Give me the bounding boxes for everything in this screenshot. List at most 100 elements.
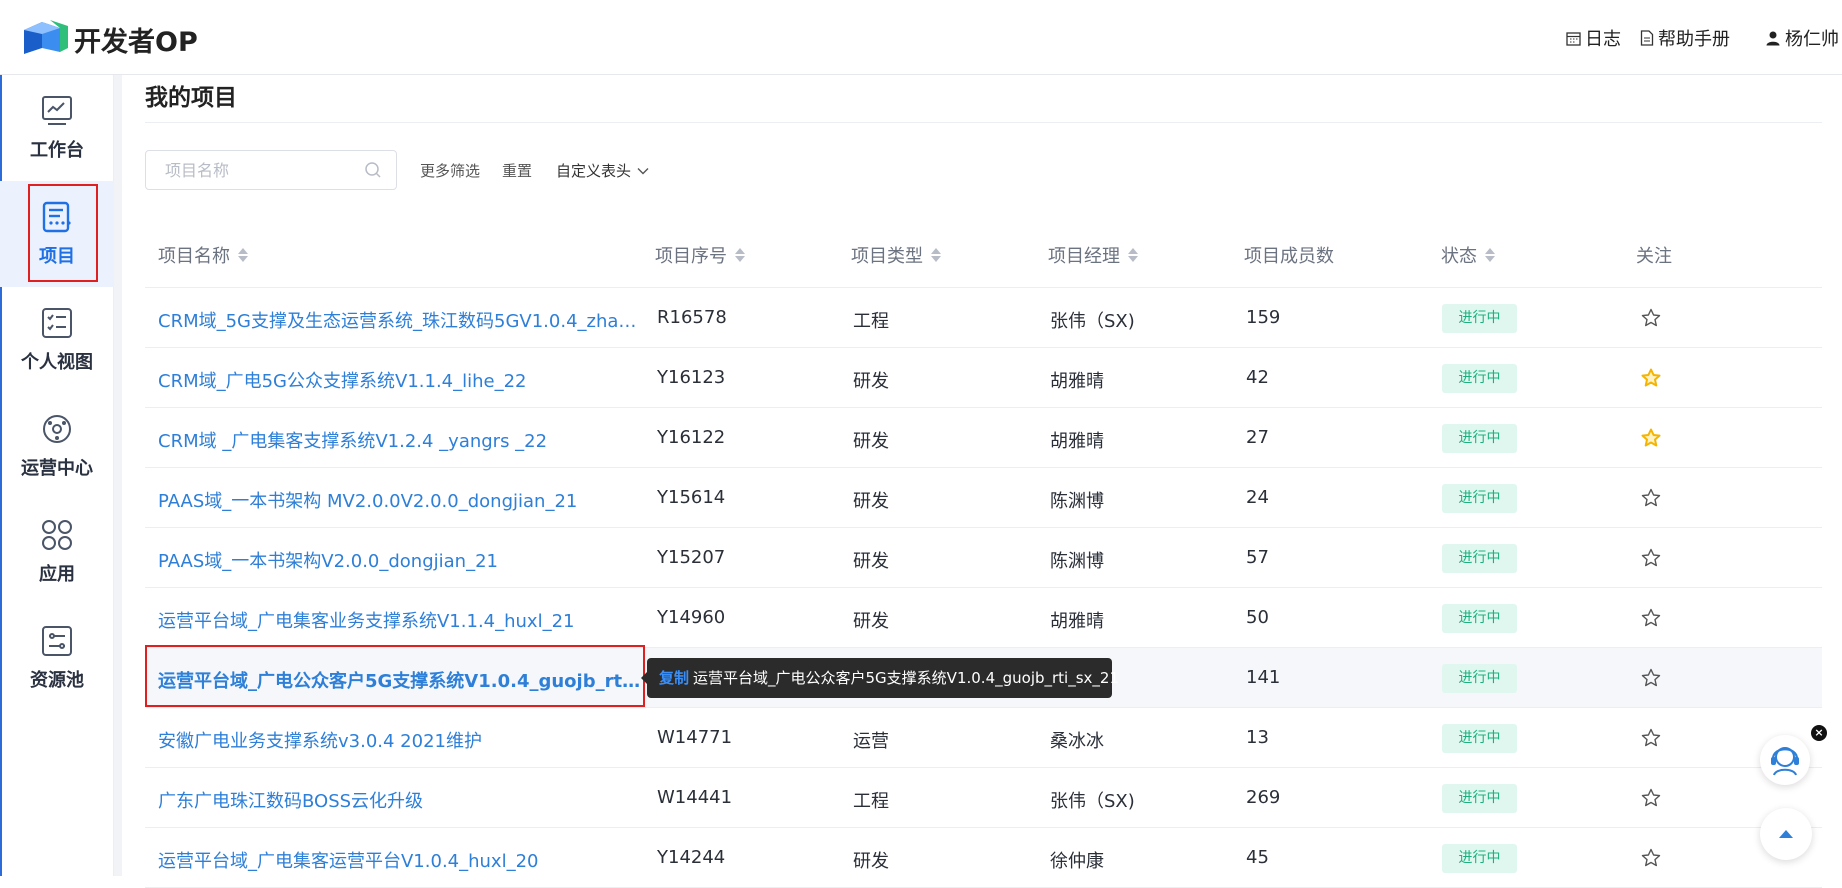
sort-icon[interactable] — [1128, 248, 1138, 262]
sidebar-item-workbench[interactable]: 工作台 — [0, 75, 114, 181]
sort-icon[interactable] — [735, 248, 745, 262]
back-to-top-button[interactable] — [1760, 808, 1812, 860]
column-header-manager[interactable]: 项目经理 — [1048, 242, 1138, 268]
star-icon[interactable] — [1641, 428, 1661, 448]
column-label: 项目经理 — [1048, 246, 1120, 267]
member-count: 57 — [1246, 547, 1269, 568]
column-label: 项目名称 — [158, 246, 230, 267]
status-badge: 进行中 — [1442, 724, 1517, 753]
star-icon[interactable] — [1641, 548, 1661, 568]
project-manager: 陈渊博 — [1050, 551, 1104, 572]
project-id: Y14960 — [657, 607, 726, 628]
table-row[interactable]: 运营平台域_广电集客业务支撑系统V1.1.4_huxl_21 Y14960 研发 胡雅… — [145, 588, 1822, 648]
chevron-down-icon — [637, 167, 649, 174]
project-name-link[interactable]: 运营平台域_广电集客运营平台V1.0.4_huxl_20 — [158, 847, 539, 873]
member-count: 50 — [1246, 607, 1269, 628]
table-body: CRM域_5G支撑及生态运营系统_珠江数码5GV1.0.4_zhangq... R… — [145, 288, 1822, 888]
project-manager: 张伟（SX) — [1050, 311, 1135, 332]
project-type: 研发 — [853, 371, 889, 392]
column-header-status[interactable]: 状态 — [1441, 242, 1495, 268]
brand-name: 开发者OP — [74, 27, 198, 58]
sidebar-item-personal-view[interactable]: 个人视图 — [0, 287, 114, 393]
search-input[interactable] — [146, 151, 346, 189]
column-header-type[interactable]: 项目类型 — [851, 242, 941, 268]
project-id: Y16122 — [657, 427, 726, 448]
star-icon[interactable] — [1641, 788, 1661, 808]
project-name-link[interactable]: CRM域_广电5G公众支撑系统V1.1.4_lihe_22 — [158, 367, 527, 393]
project-name-link[interactable]: 运营平台域_广电集客业务支撑系统V1.1.4_huxl_21 — [158, 607, 575, 633]
table-row[interactable]: 安徽广电业务支撑系统v3.0.4 2021维护 W14771 运营 桑冰冰 13 进行中 — [145, 708, 1822, 768]
star-icon[interactable] — [1641, 848, 1661, 868]
star-icon[interactable] — [1641, 728, 1661, 748]
project-manager: 陈渊博 — [1050, 491, 1104, 512]
star-icon[interactable] — [1641, 308, 1661, 328]
table-row[interactable]: PAAS域_一本书架构 MV2.0.0V2.0.0_dongjian_21 Y15… — [145, 468, 1822, 528]
document-icon — [1640, 30, 1654, 46]
star-icon[interactable] — [1641, 368, 1661, 388]
sidebar-item-label: 应用 — [39, 564, 75, 585]
search-icon[interactable] — [364, 161, 382, 179]
star-icon[interactable] — [1641, 488, 1661, 508]
project-manager: 桑冰冰 — [1050, 731, 1104, 752]
project-manager: 胡雅晴 — [1050, 611, 1104, 632]
close-icon[interactable]: × — [1811, 725, 1827, 741]
project-name-link[interactable]: 安徽广电业务支撑系统v3.0.4 2021维护 — [158, 727, 482, 753]
table-row[interactable]: CRM域_5G支撑及生态运营系统_珠江数码5GV1.0.4_zhangq... R… — [145, 288, 1822, 348]
top-header: 开发者OP 日志 帮助手册 杨仁帅 — [0, 0, 1842, 75]
sort-icon[interactable] — [931, 248, 941, 262]
user-menu[interactable]: 杨仁帅 — [1765, 25, 1839, 51]
operation-icon — [43, 415, 71, 443]
status-badge: 进行中 — [1442, 424, 1517, 453]
sidebar-item-apps[interactable]: 应用 — [0, 499, 114, 605]
help-label: 帮助手册 — [1658, 29, 1730, 50]
table-row[interactable]: CRM域 _广电集客支撑系统V1.2.4 _yangrs _22 Y16122 研发… — [145, 408, 1822, 468]
copy-button[interactable]: 复制 — [659, 669, 689, 687]
star-icon[interactable] — [1641, 608, 1661, 628]
reset-button[interactable]: 重置 — [502, 160, 532, 181]
sidebar-item-operation-center[interactable]: 运营中心 — [0, 393, 114, 499]
column-header-id[interactable]: 项目序号 — [655, 242, 745, 268]
logo-icon — [24, 20, 68, 54]
headset-icon — [1771, 747, 1799, 776]
sidebar-item-label: 资源池 — [30, 670, 84, 691]
name-tooltip: 复制 运营平台域_广电公众客户5G支撑系统V1.0.4_guojb_rti_sx_… — [641, 658, 1119, 698]
member-count: 45 — [1246, 847, 1269, 868]
help-manual-link[interactable]: 帮助手册 — [1640, 25, 1730, 51]
sidebar-item-label: 工作台 — [30, 140, 84, 161]
status-badge: 进行中 — [1442, 604, 1517, 633]
column-label: 关注 — [1636, 246, 1672, 267]
column-label: 项目序号 — [655, 246, 727, 267]
project-id: Y15207 — [657, 547, 726, 568]
project-id: R16578 — [657, 307, 727, 328]
status-badge: 进行中 — [1442, 484, 1517, 513]
table-row[interactable]: PAAS域_一本书架构V2.0.0_dongjian_21 Y15207 研发 陈渊博… — [145, 528, 1822, 588]
more-filters-button[interactable]: 更多筛选 — [420, 160, 480, 181]
member-count: 24 — [1246, 487, 1269, 508]
sort-icon[interactable] — [238, 248, 248, 262]
project-name-link[interactable]: CRM域 _广电集客支撑系统V1.2.4 _yangrs _22 — [158, 427, 547, 453]
resource-icon — [42, 626, 72, 656]
page-title: 我的项目 — [145, 85, 237, 111]
project-name-link[interactable]: 广东广电珠江数码BOSS云化升级 — [158, 787, 423, 813]
checklist-icon — [42, 308, 72, 338]
column-header-name[interactable]: 项目名称 — [158, 242, 248, 268]
project-name-link[interactable]: PAAS域_一本书架构 MV2.0.0V2.0.0_dongjian_21 — [158, 487, 577, 513]
project-name-link[interactable]: PAAS域_一本书架构V2.0.0_dongjian_21 — [158, 547, 498, 573]
custom-columns-dropdown[interactable]: 自定义表头 — [556, 160, 649, 181]
log-link[interactable]: 日志 — [1566, 25, 1621, 51]
sort-icon[interactable] — [1485, 248, 1495, 262]
star-icon[interactable] — [1641, 668, 1661, 688]
table-row[interactable]: CRM域_广电5G公众支撑系统V1.1.4_lihe_22 Y16123 研发 胡雅晴… — [145, 348, 1822, 408]
nav-highlight-box — [28, 184, 98, 282]
project-name-link[interactable]: CRM域_5G支撑及生态运营系统_珠江数码5GV1.0.4_zhangq... — [158, 307, 645, 333]
member-count: 159 — [1246, 307, 1281, 328]
sidebar-item-resource-pool[interactable]: 资源池 — [0, 605, 114, 711]
table-row[interactable]: 运营平台域_广电集客运营平台V1.0.4_huxl_20 Y14244 研发 徐仲康 4… — [145, 828, 1822, 888]
member-count: 42 — [1246, 367, 1269, 388]
table-row[interactable]: 广东广电珠江数码BOSS云化升级 W14441 工程 张伟（SX) 269 进行中 — [145, 768, 1822, 828]
project-manager: 张伟（SX) — [1050, 791, 1135, 812]
project-id: Y14244 — [657, 847, 726, 868]
customer-service-button[interactable] — [1760, 735, 1810, 785]
user-icon — [1766, 31, 1780, 46]
project-type: 工程 — [853, 791, 889, 812]
